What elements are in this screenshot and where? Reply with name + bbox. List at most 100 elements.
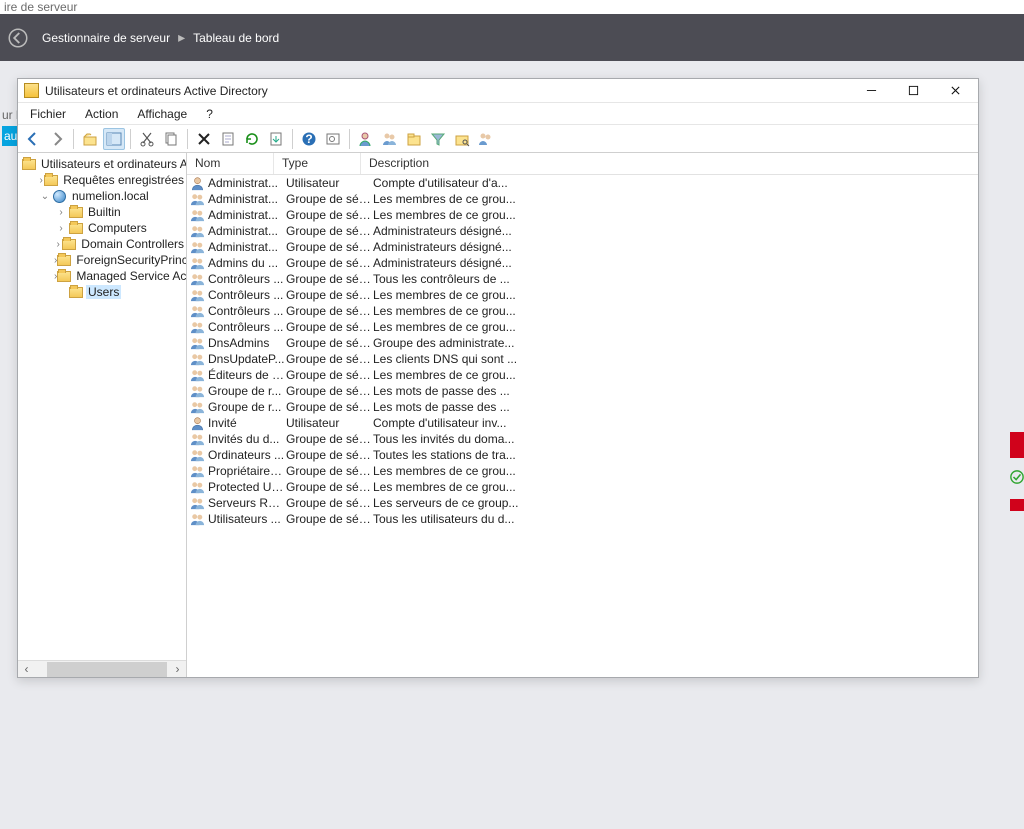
list-row[interactable]: Invités du d...Groupe de séc...Tous les …: [187, 431, 978, 447]
cell-name: DnsUpdateP...: [208, 352, 286, 366]
list-row[interactable]: Éditeurs de c...Groupe de séc...Les memb…: [187, 367, 978, 383]
filter-button[interactable]: [427, 128, 449, 150]
cell-desc: Tous les invités du doma...: [373, 432, 533, 446]
list-row[interactable]: Contrôleurs ...Groupe de séc...Les membr…: [187, 303, 978, 319]
cell-type: Groupe de séc...: [286, 448, 373, 462]
scroll-left-icon[interactable]: ‹: [18, 661, 35, 678]
cell-type: Groupe de séc...: [286, 320, 373, 334]
tree-node-label: Users: [86, 285, 121, 299]
server-manager-header: Gestionnaire de serveur ▸ Tableau de bor…: [0, 14, 1024, 61]
close-button[interactable]: [934, 80, 976, 102]
expander-icon[interactable]: ›: [54, 207, 68, 218]
expander-icon[interactable]: ›: [54, 223, 68, 234]
tree-node-label: ForeignSecurityPrincipals: [74, 253, 186, 267]
help-button[interactable]: ?: [298, 128, 320, 150]
copy-button[interactable]: [160, 128, 182, 150]
col-desc-header[interactable]: Description: [361, 153, 491, 174]
group-icon: [187, 272, 205, 287]
tree-node[interactable]: ›Computers: [18, 220, 186, 236]
cell-type: Utilisateur: [286, 176, 373, 190]
cell-type: Groupe de séc...: [286, 384, 373, 398]
col-type-header[interactable]: Type: [274, 153, 361, 174]
cell-desc: Administrateurs désigné...: [373, 224, 533, 238]
maximize-button[interactable]: [892, 80, 934, 102]
group-icon: [187, 336, 205, 351]
nav-forward-button[interactable]: [46, 128, 68, 150]
menu-file[interactable]: Fichier: [22, 104, 74, 124]
list-row[interactable]: InvitéUtilisateurCompte d'utilisateur in…: [187, 415, 978, 431]
up-level-button[interactable]: [79, 128, 101, 150]
cell-name: Éditeurs de c...: [208, 368, 286, 382]
nav-back-button[interactable]: [22, 128, 44, 150]
group-icon: [187, 304, 205, 319]
menu-action[interactable]: Action: [77, 104, 126, 124]
tree-node-label: Domain Controllers: [79, 237, 186, 251]
list-row[interactable]: Contrôleurs ...Groupe de séc...Tous les …: [187, 271, 978, 287]
cell-name: Administrat...: [208, 240, 286, 254]
menu-view[interactable]: Affichage: [129, 104, 195, 124]
cell-name: Administrat...: [208, 224, 286, 238]
cell-name: Contrôleurs ...: [208, 304, 286, 318]
cell-type: Groupe de séc...: [286, 224, 373, 238]
tree-node[interactable]: Utilisateurs et ordinateurs Active: [18, 156, 186, 172]
list-row[interactable]: Contrôleurs ...Groupe de séc...Les membr…: [187, 319, 978, 335]
refresh-button[interactable]: [241, 128, 263, 150]
folder-icon: [68, 205, 83, 219]
expander-icon[interactable]: ⌄: [38, 191, 52, 202]
menu-help[interactable]: ?: [198, 104, 221, 124]
cell-name: Ordinateurs ...: [208, 448, 286, 462]
breadcrumb-page[interactable]: Tableau de bord: [193, 31, 279, 45]
list-row[interactable]: Propriétaires...Groupe de séc...Les memb…: [187, 463, 978, 479]
cell-type: Groupe de séc...: [286, 208, 373, 222]
list-row[interactable]: Administrat...Groupe de séc...Les membre…: [187, 191, 978, 207]
cell-type: Groupe de séc...: [286, 512, 373, 526]
svg-text:?: ?: [305, 132, 312, 146]
show-console-tree-button[interactable]: [103, 128, 125, 150]
expander-icon[interactable]: ›: [54, 239, 62, 250]
scrollbar-thumb[interactable]: [47, 662, 167, 677]
breadcrumb-root[interactable]: Gestionnaire de serveur: [42, 31, 170, 45]
list-row[interactable]: Contrôleurs ...Groupe de séc...Les membr…: [187, 287, 978, 303]
properties-button[interactable]: [217, 128, 239, 150]
nav-back-icon[interactable]: [8, 28, 28, 48]
tree-node[interactable]: ›Requêtes enregistrées: [18, 172, 186, 188]
tree-node[interactable]: › Domain Controllers: [18, 236, 186, 252]
new-group-button[interactable]: [379, 128, 401, 150]
tree-node[interactable]: Users: [18, 284, 186, 300]
minimize-button[interactable]: [850, 80, 892, 102]
cut-button[interactable]: [136, 128, 158, 150]
find-button[interactable]: [322, 128, 344, 150]
list-row[interactable]: Admins du ...Groupe de séc...Administrat…: [187, 255, 978, 271]
tree-node[interactable]: ⌄numelion.local: [18, 188, 186, 204]
list-row[interactable]: Protected Us...Groupe de séc...Les membr…: [187, 479, 978, 495]
tree-node[interactable]: ›Builtin: [18, 204, 186, 220]
new-ou-button[interactable]: [403, 128, 425, 150]
list-row[interactable]: Utilisateurs ...Groupe de séc...Tous les…: [187, 511, 978, 527]
list-row[interactable]: Ordinateurs ...Groupe de séc...Toutes le…: [187, 447, 978, 463]
list-row[interactable]: Groupe de r...Groupe de séc...Les mots d…: [187, 399, 978, 415]
search-button[interactable]: [451, 128, 473, 150]
export-list-button[interactable]: [265, 128, 287, 150]
list-row[interactable]: DnsAdminsGroupe de séc...Groupe des admi…: [187, 335, 978, 351]
add-to-group-button[interactable]: [475, 128, 497, 150]
list-row[interactable]: DnsUpdateP...Groupe de séc...Les clients…: [187, 351, 978, 367]
tree-node[interactable]: ›ForeignSecurityPrincipals: [18, 252, 186, 268]
cell-name: Contrôleurs ...: [208, 272, 286, 286]
new-user-button[interactable]: [355, 128, 377, 150]
aduc-titlebar[interactable]: Utilisateurs et ordinateurs Active Direc…: [18, 79, 978, 103]
list-row[interactable]: Administrat...Groupe de séc...Administra…: [187, 223, 978, 239]
tree-horizontal-scrollbar[interactable]: ‹ ›: [18, 660, 186, 677]
delete-button[interactable]: [193, 128, 215, 150]
cell-desc: Groupe des administrate...: [373, 336, 533, 350]
cell-name: Administrat...: [208, 192, 286, 206]
ok-check-icon: [1010, 470, 1024, 484]
list-row[interactable]: Serveurs RA...Groupe de séc...Les serveu…: [187, 495, 978, 511]
list-row[interactable]: Administrat...UtilisateurCompte d'utilis…: [187, 175, 978, 191]
scroll-right-icon[interactable]: ›: [169, 661, 186, 678]
list-row[interactable]: Groupe de r...Groupe de séc...Les mots d…: [187, 383, 978, 399]
list-row[interactable]: Administrat...Groupe de séc...Les membre…: [187, 207, 978, 223]
col-name-header[interactable]: Nom: [187, 153, 274, 174]
group-icon: [187, 224, 205, 239]
list-row[interactable]: Administrat...Groupe de séc...Administra…: [187, 239, 978, 255]
tree-node[interactable]: ›Managed Service Account: [18, 268, 186, 284]
